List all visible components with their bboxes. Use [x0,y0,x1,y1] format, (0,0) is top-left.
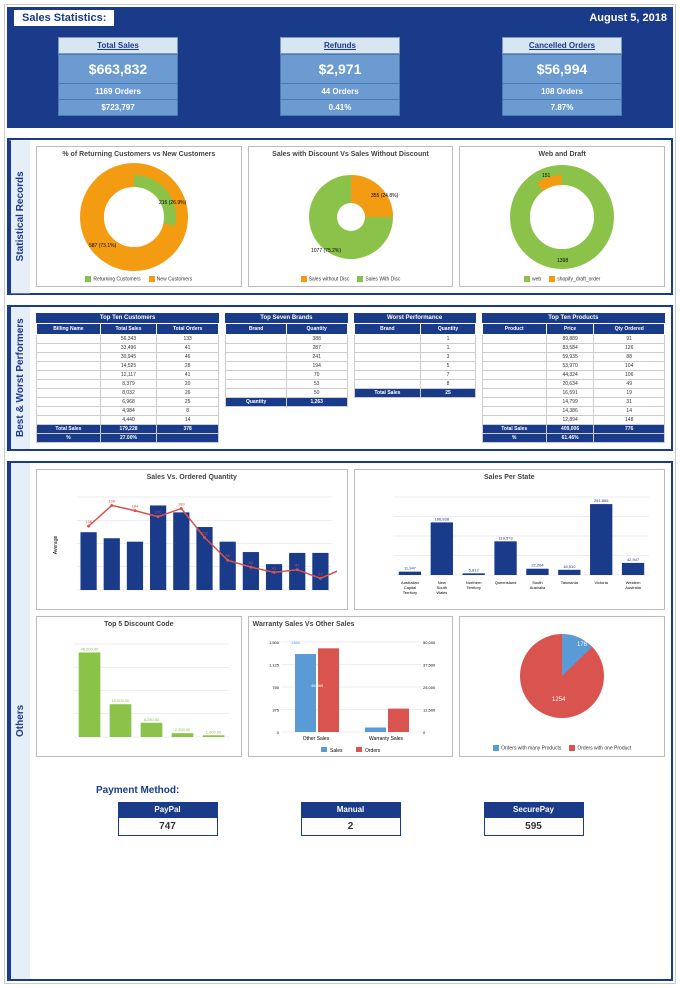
svg-text:50,000: 50,000 [423,640,436,645]
svg-text:587 (73.1%): 587 (73.1%) [89,243,117,249]
section-performers: Best & Worst Performers Top Ten Customer… [7,305,673,451]
svg-text:22,264: 22,264 [532,563,545,568]
svg-text:148: 148 [85,519,92,524]
top-stats-row: Total Sales $663,832 1169 Orders $723,79… [7,29,673,128]
svg-text:Tasmania: Tasmania [561,580,579,585]
svg-text:750: 750 [272,685,279,690]
svg-text:119,573: 119,573 [499,536,514,541]
svg-text:186,838: 186,838 [435,517,450,522]
svg-text:151: 151 [542,173,551,179]
chart-orders-pie: 178 1254 Orders with many Products Order… [459,616,665,757]
svg-text:1077 (75.2%): 1077 (75.2%) [311,248,341,254]
svg-text:375: 375 [272,708,279,713]
chart-sales-per-state: Sales Per State 11,947AustralianCapitalT… [354,469,666,610]
table-top-brands: Top Seven Brands BrandQuantity3882872411… [225,313,347,443]
table-top-customers: Top Ten Customers Billing NameTotal Sale… [36,313,219,443]
svg-text:355 (24.8%): 355 (24.8%) [371,193,399,199]
svg-text:8,250.00: 8,250.00 [144,717,160,722]
bar-chart-discount: 48,900.00 19,000.00 8,250.00 2,200.00 1,000.… [44,632,234,752]
report-date: August 5, 2018 [589,12,667,24]
payment-manual: Manual 2 [301,802,401,836]
svg-text:Orders: Orders [365,748,381,752]
section-label-statistical: Statistical Records [9,140,30,293]
page-title: Sales Statistics: [13,9,115,27]
chart-sales-vs-qty: Sales Vs. Ordered Quantity 1481961841701… [36,469,348,610]
chart-web-draft: Web and Draft 151 1398 web shopify_draft… [459,146,665,287]
section-label-performers: Best & Worst Performers [9,307,30,449]
payment-header: Payment Method: [36,783,665,798]
payment-securepay: SecurePay 595 [484,802,584,836]
section-label-others: Others [9,463,30,979]
svg-text:37,500: 37,500 [423,663,436,668]
svg-text:184: 184 [131,504,138,509]
svg-text:53: 53 [248,560,253,565]
svg-text:1254: 1254 [552,697,566,703]
svg-text:216 (26.9%): 216 (26.9%) [159,200,187,206]
svg-text:1,500: 1,500 [268,640,279,645]
svg-text:42,947: 42,947 [627,557,640,562]
svg-text:1,000.00: 1,000.00 [206,730,222,735]
table-top-products: Top Ten Products ProductPriceQty Ordered… [482,313,665,443]
svg-text:1383: 1383 [291,640,301,645]
bar-chart-state: 11,947 AustralianCapitalTerritory 186,838 N… [364,485,654,605]
donut-chart-3: 151 1398 [497,162,627,272]
chart-discount-vs-no: Sales with Discount Vs Sales Without Dis… [248,146,454,287]
svg-text:Other Sales: Other Sales [302,736,329,742]
header-bar: Sales Statistics: August 5, 2018 [7,7,673,29]
section-statistical: Statistical Records % of Returning Custo… [7,138,673,295]
svg-text:11,947: 11,947 [404,566,417,571]
bar-line-chart: 148196184170189122695341472750Average [47,485,337,605]
svg-text:Warranty Sales: Warranty Sales [369,736,403,742]
svg-text:189: 189 [178,502,185,507]
svg-text:Sales: Sales [330,748,343,752]
svg-text:SouthAustralia: SouthAustralia [530,580,546,590]
svg-text:41: 41 [272,566,277,571]
svg-text:Average: Average [53,536,59,555]
svg-text:196: 196 [108,499,115,504]
stat-total-sales: Total Sales $663,832 1169 Orders $723,79… [58,37,178,116]
svg-text:Queensland: Queensland [495,580,517,585]
payment-row: PayPal 747 Manual 2 SecurePay 595 [36,798,665,856]
section-others: Others Sales Vs. Ordered Quantity 148196… [7,461,673,981]
svg-text:47: 47 [295,563,300,568]
svg-text:1398: 1398 [557,258,568,264]
chart-warranty-vs-other: Warranty Sales Vs Other Sales 1,50050,00… [248,616,454,757]
svg-text:Victoria: Victoria [595,580,609,585]
svg-text:0: 0 [423,730,426,735]
svg-text:NorthernTerritory: NorthernTerritory [466,580,482,590]
svg-text:NewSouthWales: NewSouthWales [437,580,448,595]
svg-text:19,000.00: 19,000.00 [111,699,130,704]
svg-text:2,200.00: 2,200.00 [175,728,191,733]
svg-text:18,510: 18,510 [563,564,576,569]
svg-text:1,125: 1,125 [268,663,279,668]
svg-text:122: 122 [201,531,208,536]
chart-top5-discount: Top 5 Discount Code 48,900.0019,000.008,… [36,616,242,757]
table-worst-performance: Worst Performance BrandQuantity113578Tot… [354,313,476,443]
svg-text:12,500: 12,500 [423,708,436,713]
svg-text:5,812: 5,812 [469,568,480,573]
stat-refunds: Refunds $2,971 44 Orders 0.41% [280,37,400,116]
svg-text:170: 170 [155,510,162,515]
svg-text:178: 178 [577,642,588,648]
payment-paypal: PayPal 747 [118,802,218,836]
svg-text:25,000: 25,000 [423,685,436,690]
svg-text:AustralianCapitalTerritory: AustralianCapitalTerritory [401,580,419,595]
donut-chart-2: 355 (24.8%) 1077 (75.2%) [286,162,416,272]
pie-chart-orders: 178 1254 [467,621,657,741]
svg-text:46,369: 46,369 [311,683,324,688]
stat-cancelled: Cancelled Orders $56,994 108 Orders 7.87… [502,37,622,116]
svg-text:69: 69 [225,554,230,559]
donut-chart-1: 216 (26.9%) 587 (73.1%) [74,162,204,272]
grouped-bar-chart: 1,500 50,000 1,125 37,500 750 25,000 375 12,500… [256,632,446,752]
svg-text:0: 0 [276,730,279,735]
chart-returning-vs-new: % of Returning Customers vs New Customer… [36,146,242,287]
svg-text:27: 27 [318,572,323,577]
svg-text:48,900.00: 48,900.00 [80,647,99,652]
svg-text:WesternAustralia: WesternAustralia [626,580,642,590]
svg-text:251,865: 251,865 [594,498,609,503]
